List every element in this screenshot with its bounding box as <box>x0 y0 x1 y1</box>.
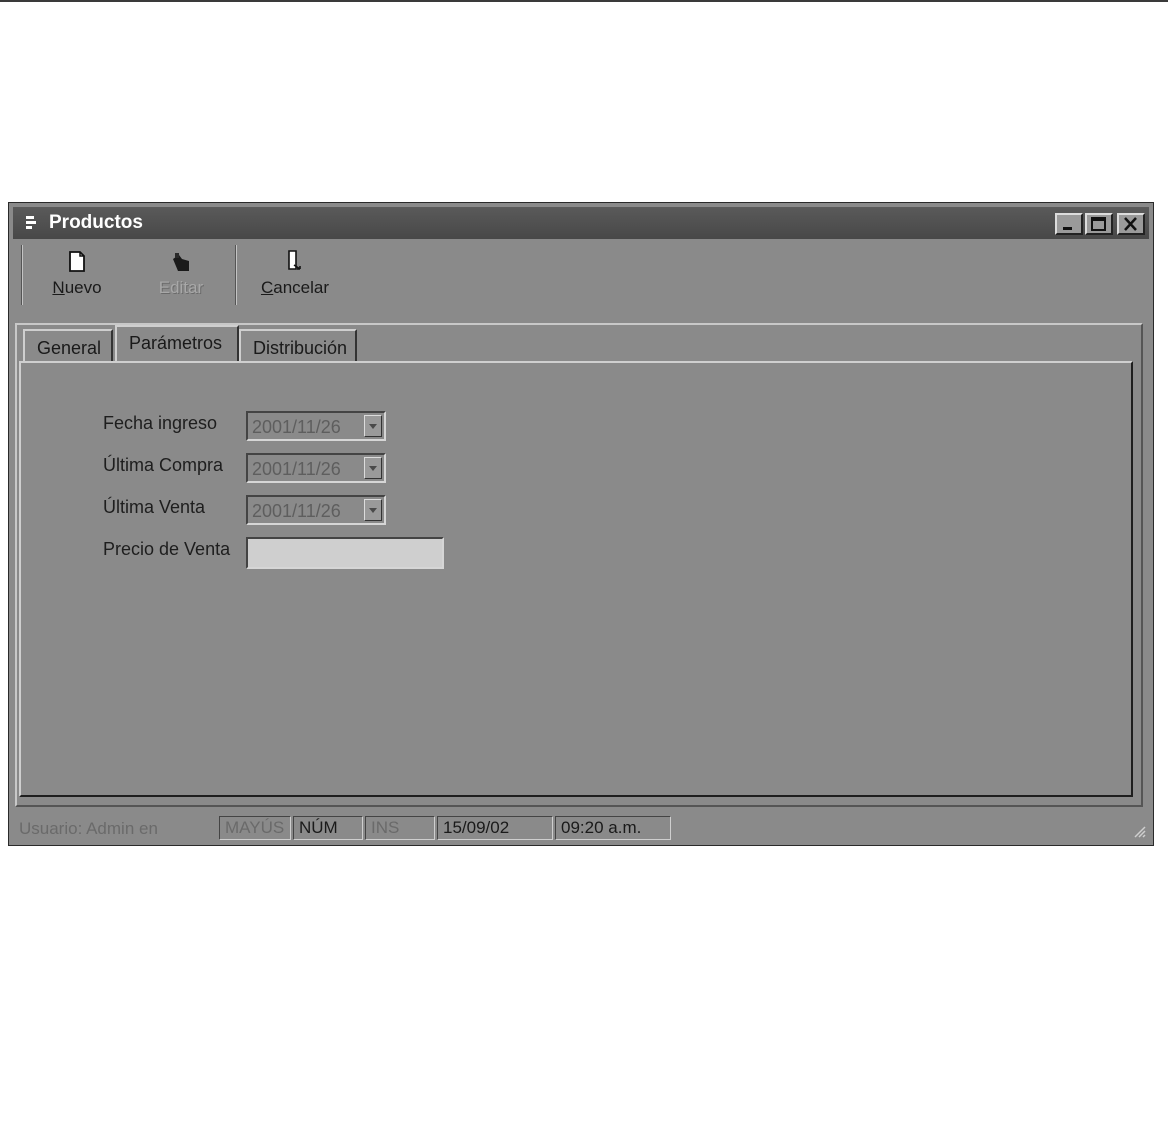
new-button-label: Nuevo <box>52 278 102 297</box>
fecha-ingreso-value: 2001/11/26 <box>252 417 341 437</box>
cancel-exit-icon <box>288 250 301 270</box>
edit-hand-icon <box>173 253 189 271</box>
ultima-venta-datepicker[interactable]: 2001/11/26 <box>246 495 386 525</box>
tab-general[interactable]: General <box>23 329 113 363</box>
status-num-indicator: NÚM <box>293 816 363 840</box>
cancel-button[interactable]: Cancelar <box>253 245 337 307</box>
toolbar-grip <box>21 245 23 305</box>
title-bar[interactable]: Productos <box>13 207 1149 239</box>
maximize-icon <box>1091 217 1106 231</box>
status-caps-indicator: MAYÚS <box>219 816 291 840</box>
fecha-ingreso-datepicker[interactable]: 2001/11/26 <box>246 411 386 441</box>
chevron-down-icon[interactable] <box>364 457 382 479</box>
status-time: 09:20 a.m. <box>555 816 671 840</box>
maximize-button[interactable] <box>1085 213 1113 235</box>
chevron-down-icon[interactable] <box>364 499 382 521</box>
status-bar: Usuario: Admin en MAYÚS NÚM INS 15/09/02… <box>13 815 1149 841</box>
ultima-venta-label: Última Venta <box>103 497 206 517</box>
ultima-compra-value: 2001/11/26 <box>252 459 341 479</box>
new-document-icon <box>69 251 85 272</box>
status-ins-indicator: INS <box>365 816 435 840</box>
edit-button-label: Editar <box>158 278 204 297</box>
minimize-button[interactable] <box>1055 213 1083 235</box>
edit-button[interactable]: Editar <box>141 245 221 307</box>
fecha-ingreso-label: Fecha ingreso <box>103 413 218 433</box>
ultima-compra-label: Última Compra <box>103 455 224 475</box>
tab-distribucion[interactable]: Distribución <box>239 329 357 363</box>
chevron-down-icon[interactable] <box>364 415 382 437</box>
new-button[interactable]: Nuevo <box>37 245 117 307</box>
ultima-venta-value: 2001/11/26 <box>252 501 341 521</box>
close-icon <box>1124 217 1137 231</box>
window-title: Productos <box>49 212 143 233</box>
close-button[interactable] <box>1117 213 1145 235</box>
top-border-line <box>0 0 1168 2</box>
toolbar-separator <box>235 245 237 305</box>
status-date: 15/09/02 <box>437 816 553 840</box>
status-user-text: Usuario: Admin en <box>19 819 158 838</box>
precio-venta-label: Precio de Venta <box>103 539 231 559</box>
minimize-icon <box>1063 227 1072 230</box>
resize-grip-icon[interactable] <box>1131 823 1147 839</box>
tab-parametros[interactable]: Parámetros <box>115 325 239 363</box>
productos-window: Productos Nuevo Editar Cancelar General … <box>8 202 1154 846</box>
toolbar: Nuevo Editar Cancelar <box>13 241 1149 311</box>
app-icon <box>26 216 36 229</box>
cancel-button-label: Cancelar <box>260 278 330 297</box>
ultima-compra-datepicker[interactable]: 2001/11/26 <box>246 453 386 483</box>
precio-venta-input[interactable] <box>246 537 444 569</box>
